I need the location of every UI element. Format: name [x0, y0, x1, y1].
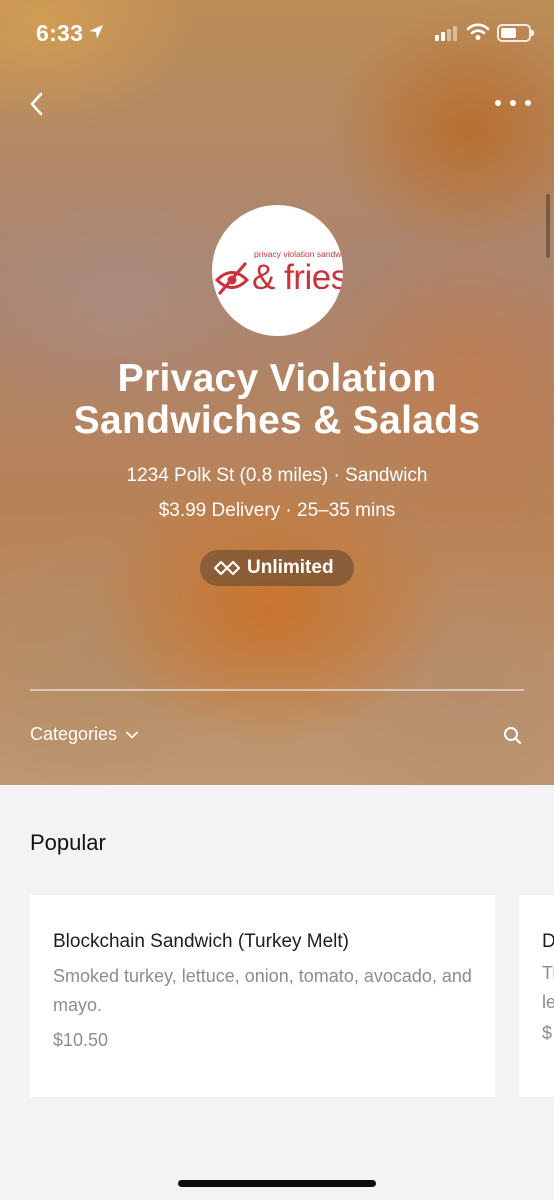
- scrollbar-thumb[interactable]: [546, 194, 550, 258]
- home-indicator[interactable]: [178, 1180, 376, 1187]
- categories-label: Categories: [30, 724, 118, 744]
- more-dot-icon: [525, 100, 531, 106]
- cellular-signal-icon: [435, 25, 457, 41]
- divider: [30, 689, 524, 691]
- section-title-popular: Popular: [30, 830, 106, 855]
- chevron-left-icon: [30, 92, 43, 116]
- store-logo: privacy violation sandwiches & fries: [212, 205, 343, 336]
- menu-item-card[interactable]: Blockchain Sandwich (Turkey Melt) Smoked…: [30, 895, 495, 1097]
- back-button[interactable]: [24, 88, 54, 120]
- location-arrow-icon: [89, 25, 103, 39]
- menu-item-name: D S: [542, 931, 554, 952]
- unlimited-badge: Unlimited: [200, 550, 354, 586]
- search-icon: [504, 727, 522, 745]
- store-name: Privacy Violation Sandwiches & Salads: [73, 357, 481, 442]
- more-dot-icon: [495, 100, 501, 106]
- more-options-button[interactable]: [495, 92, 531, 114]
- unlimited-logo-icon: [214, 560, 240, 576]
- menu-item-price: $10.50: [53, 1030, 109, 1050]
- status-time: 6:33: [36, 20, 84, 46]
- menu-item-price: $: [542, 1023, 553, 1043]
- menu-item-card[interactable]: D S Tu le $: [519, 895, 554, 1097]
- chevron-down-icon: [126, 731, 138, 738]
- categories-dropdown[interactable]: Categories: [30, 724, 138, 745]
- menu-item-description: Tu le: [542, 963, 554, 1012]
- wifi-icon: [466, 23, 490, 40]
- search-button[interactable]: [503, 726, 523, 751]
- menu-item-description: Smoked turkey, lettuce, onion, tomato, a…: [53, 966, 472, 1015]
- badge-label: Unlimited: [247, 557, 334, 578]
- crossed-eye-icon: [214, 262, 250, 295]
- battery-icon: [497, 24, 534, 42]
- logo-main-text: & fries: [252, 258, 343, 297]
- more-dot-icon: [510, 100, 516, 106]
- store-delivery-line: $3.99 Delivery · 25–35 mins: [158, 500, 396, 521]
- store-address-line: 1234 Polk St (0.8 miles) · Sandwich: [126, 465, 428, 486]
- menu-item-name: Blockchain Sandwich (Turkey Melt): [53, 931, 350, 952]
- status-bar: 6:33: [0, 0, 554, 68]
